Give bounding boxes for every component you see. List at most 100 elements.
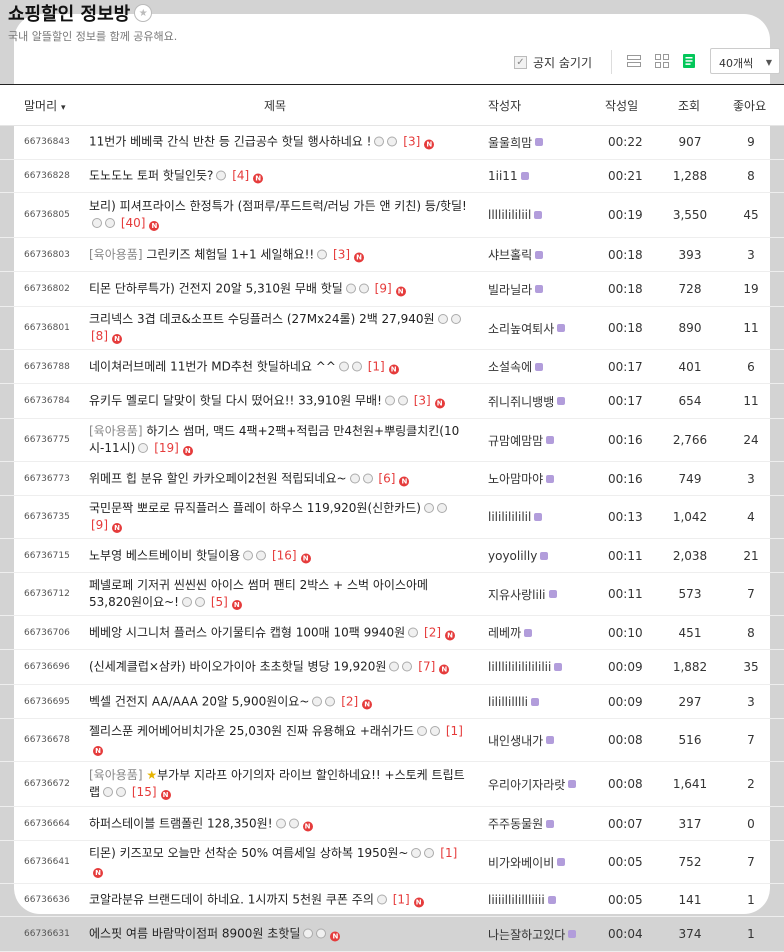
comment-count[interactable]: [5] bbox=[211, 595, 228, 609]
post-author[interactable]: 1ii11 bbox=[488, 160, 598, 192]
post-author[interactable]: lilillilllli bbox=[488, 685, 598, 718]
table-row[interactable]: 66736706 베베앙 시그니처 플러스 아기물티슈 캡형 100매 10팩 9… bbox=[0, 616, 784, 650]
table-row[interactable]: 66736735 국민문짝 뽀로로 뮤직플러스 플레이 하우스 119,920원(… bbox=[0, 496, 784, 539]
comment-count[interactable]: [16] bbox=[272, 548, 297, 562]
comment-count[interactable]: [15] bbox=[132, 785, 157, 799]
post-author[interactable]: 빌라닐라 bbox=[488, 272, 598, 306]
post-title-link[interactable]: 벡셀 건전지 AA/AAA 20알 5,900원이요~ bbox=[89, 694, 309, 708]
table-row[interactable]: 66736715 노부영 베스트베이비 핫딜이용 [16] Nyoyolilly 00… bbox=[0, 539, 784, 573]
comment-count[interactable]: [1] bbox=[446, 724, 463, 738]
post-title-cell[interactable]: 크리넥스 3겹 데코&소프트 수딩플러스 (27Mx24롤) 2백 27,940… bbox=[89, 307, 469, 349]
post-title-link[interactable]: 위메프 힙 분유 할인 카카오페이2천원 적립되네요~ bbox=[89, 471, 347, 485]
post-title-cell[interactable]: 하퍼스테이블 트램폴린 128,350원! N bbox=[89, 807, 469, 840]
table-row[interactable]: 66736773 위메프 힙 분유 할인 카카오페이2천원 적립되네요~ [6] N… bbox=[0, 462, 784, 496]
post-title-link[interactable]: 노부영 베스트베이비 핫딜이용 bbox=[89, 548, 240, 562]
post-title-cell[interactable]: (신세계클럽×삼카) 바이오가이아 초초핫딜 병당 19,920원 [7] N bbox=[89, 650, 469, 684]
comment-count[interactable]: [4] bbox=[232, 169, 249, 183]
post-author[interactable]: 규맘예맘맘 bbox=[488, 419, 598, 461]
page-size-select[interactable]: 40개씩 ▼ bbox=[710, 48, 780, 74]
post-author[interactable]: 울울희맘 bbox=[488, 125, 598, 159]
post-title-cell[interactable]: 코알라분유 브랜드데이 하네요. 1시까지 5천원 쿠폰 주의 [1] N bbox=[89, 884, 469, 916]
comment-count[interactable]: [6] bbox=[378, 471, 395, 485]
table-row[interactable]: 66736843 11번가 베베쿡 간식 반찬 등 긴급공수 핫딜 행사하네요 !… bbox=[0, 125, 784, 160]
table-row[interactable]: 66736803 [육아용품] 그린키즈 체험딜 1+1 세일해요!! [3] N 샤… bbox=[0, 238, 784, 272]
comment-count[interactable]: [40] bbox=[121, 216, 146, 230]
post-title-link[interactable]: 보리) 피셔프라이스 한정특가 (점퍼루/푸드트럭/러닝 가든 앤 키친) 등/… bbox=[89, 199, 467, 213]
post-title-cell[interactable]: 티몬 단하루특가) 건전지 20알 5,310원 무배 핫딜 [9] N bbox=[89, 272, 469, 306]
comment-count[interactable]: [3] bbox=[403, 135, 420, 149]
table-row[interactable]: 66736788 네이쳐러브메레 11번가 MD추천 핫딜하네요 ^^ [1] N 소… bbox=[0, 350, 784, 384]
post-title-link[interactable]: 하퍼스테이블 트램폴린 128,350원! bbox=[89, 816, 273, 830]
post-title-cell[interactable]: 유키두 멜로디 달맞이 핫딜 다시 떴어요!! 33,910원 무배! [3] N bbox=[89, 384, 469, 418]
post-author[interactable]: lilililililil bbox=[488, 496, 598, 538]
post-title-cell[interactable]: [육아용품] 그린키즈 체험딜 1+1 세일해요!! [3] N bbox=[89, 238, 469, 271]
post-title-cell[interactable]: 위메프 힙 분유 할인 카카오페이2천원 적립되네요~ [6] N bbox=[89, 462, 469, 495]
comment-count[interactable]: [1] bbox=[440, 846, 457, 860]
table-row[interactable]: 66736828 도노도노 토퍼 핫딜인듯? [4] N 1ii11 00:21 1,28… bbox=[0, 160, 784, 193]
favorite-star-icon[interactable]: ★ bbox=[134, 4, 153, 22]
post-title-link[interactable]: 그린키즈 체험딜 1+1 세일해요!! bbox=[146, 247, 314, 261]
table-row[interactable]: 66736696 (신세계클럽×삼카) 바이오가이아 초초핫딜 병당 19,920… bbox=[0, 650, 784, 685]
comment-count[interactable]: [2] bbox=[341, 694, 358, 708]
post-author[interactable]: 소설속에 bbox=[488, 350, 598, 383]
post-author[interactable]: lilllililililililii bbox=[488, 650, 598, 684]
post-title-cell[interactable]: 젤리스푼 케어베어비치가운 25,030원 진짜 유용해요 +래쉬가드 [1] N bbox=[89, 719, 469, 761]
post-title-cell[interactable]: 베베앙 시그니처 플러스 아기물티슈 캡형 100매 10팩 9940원 [2]… bbox=[89, 616, 469, 649]
post-author[interactable]: 노아맘마야 bbox=[488, 462, 598, 495]
post-title-link[interactable]: 도노도노 토퍼 핫딜인듯? bbox=[89, 169, 213, 183]
post-title-cell[interactable]: 네이쳐러브메레 11번가 MD추천 핫딜하네요 ^^ [1] N bbox=[89, 350, 469, 383]
post-author[interactable]: yoyolilly bbox=[488, 539, 598, 572]
post-title-link[interactable]: 국민문짝 뽀로로 뮤직플러스 플레이 하우스 119,920원(신한카드) bbox=[89, 501, 421, 515]
post-title-link[interactable]: 젤리스푼 케어베어비치가운 25,030원 진짜 유용해요 +래쉬가드 bbox=[89, 724, 414, 738]
table-row[interactable]: 66736775 [육아용품] 하기스 썸머, 맥드 4팩+2팩+적립금 만4천원… bbox=[0, 419, 784, 462]
comment-count[interactable]: [3] bbox=[414, 394, 431, 408]
post-author[interactable]: 우리아기자라랏 bbox=[488, 762, 598, 806]
table-row[interactable]: 66736678 젤리스푼 케어베어비치가운 25,030원 진짜 유용해요 +래… bbox=[0, 719, 784, 762]
post-author[interactable]: 소리높여퇴사 bbox=[488, 307, 598, 349]
table-row[interactable]: 66736784 유키두 멜로디 달맞이 핫딜 다시 떴어요!! 33,910원 … bbox=[0, 384, 784, 419]
hide-notice-toggle[interactable]: ✓ 공지 숨기기 bbox=[514, 54, 592, 71]
table-row[interactable]: 66736672 [육아용품] ★부가부 지라프 아기의자 라이브 할인하네요!!… bbox=[0, 762, 784, 807]
table-row[interactable]: 66736801 크리넥스 3겹 데코&소프트 수딩플러스 (27Mx24롤) 2… bbox=[0, 307, 784, 350]
comment-count[interactable]: [9] bbox=[91, 518, 108, 532]
post-author[interactable]: liiiillilillliiii bbox=[488, 884, 598, 916]
table-row[interactable]: 66736636 코알라분유 브랜드데이 하네요. 1시까지 5천원 쿠폰 주의 … bbox=[0, 884, 784, 917]
comment-count[interactable]: [1] bbox=[393, 893, 410, 907]
post-title-cell[interactable]: 티몬) 키즈꼬모 오늘만 선착순 50% 여름세일 상하복 1950원~ [1]… bbox=[89, 841, 469, 883]
post-title-cell[interactable]: [육아용품] ★부가부 지라프 아기의자 라이브 할인하네요!! +스토케 트립… bbox=[89, 762, 469, 806]
post-title-cell[interactable]: 페넬로페 기저귀 씬씬씬 아이스 썸머 팬티 2박스 + 스벅 아이스아메 53… bbox=[89, 573, 469, 615]
post-title-cell[interactable]: 벡셀 건전지 AA/AAA 20알 5,900원이요~ [2] N bbox=[89, 685, 469, 718]
list-view-icon[interactable] bbox=[626, 53, 642, 69]
post-title-link[interactable]: 에스핏 여름 바람막이점퍼 8900원 초핫딜 bbox=[89, 927, 300, 941]
post-title-link[interactable]: (신세계클럽×삼카) 바이오가이아 초초핫딜 병당 19,920원 bbox=[89, 660, 386, 674]
text-view-icon[interactable] bbox=[681, 53, 697, 69]
column-prefix-header[interactable]: 말머리 ▾ bbox=[24, 97, 65, 114]
table-row[interactable]: 66736695 벡셀 건전지 AA/AAA 20알 5,900원이요~ [2] N… bbox=[0, 685, 784, 719]
post-author[interactable]: 나는잘하고있다 bbox=[488, 917, 598, 951]
post-title-link[interactable]: 유키두 멜로디 달맞이 핫딜 다시 떴어요!! 33,910원 무배! bbox=[89, 394, 382, 408]
comment-count[interactable]: [1] bbox=[368, 359, 385, 373]
post-author[interactable]: 주주동물원 bbox=[488, 807, 598, 840]
comment-count[interactable]: [7] bbox=[418, 660, 435, 674]
post-title-cell[interactable]: 11번가 베베쿡 간식 반찬 등 긴급공수 핫딜 행사하네요 ! [3] N bbox=[89, 125, 469, 159]
post-author[interactable]: 샤브홀릭 bbox=[488, 238, 598, 271]
table-row[interactable]: 66736641 티몬) 키즈꼬모 오늘만 선착순 50% 여름세일 상하복 19… bbox=[0, 841, 784, 884]
comment-count[interactable]: [2] bbox=[424, 625, 441, 639]
post-author[interactable]: 내인생내가 bbox=[488, 719, 598, 761]
hide-notice-checkbox[interactable]: ✓ bbox=[514, 56, 527, 69]
comment-count[interactable]: [19] bbox=[154, 441, 179, 455]
table-row[interactable]: 66736664 하퍼스테이블 트램폴린 128,350원! N 주주동물원 00:07… bbox=[0, 807, 784, 841]
post-author[interactable]: 지유사랑lili bbox=[488, 573, 598, 615]
table-row[interactable]: 66736805 보리) 피셔프라이스 한정특가 (점퍼루/푸드트럭/러닝 가든 … bbox=[0, 193, 784, 238]
comment-count[interactable]: [8] bbox=[91, 329, 108, 343]
post-title-cell[interactable]: 도노도노 토퍼 핫딜인듯? [4] N bbox=[89, 160, 469, 192]
post-title-link[interactable]: 크리넥스 3겹 데코&소프트 수딩플러스 (27Mx24롤) 2백 27,940… bbox=[89, 312, 435, 326]
post-author[interactable]: 쥐니쥐니뱅뱅 bbox=[488, 384, 598, 418]
post-title-cell[interactable]: 노부영 베스트베이비 핫딜이용 [16] N bbox=[89, 539, 469, 572]
post-title-cell[interactable]: 에스핏 여름 바람막이점퍼 8900원 초핫딜 N bbox=[89, 917, 469, 951]
table-row[interactable]: 66736631 에스핏 여름 바람막이점퍼 8900원 초핫딜 N 나는잘하고있다 0… bbox=[0, 917, 784, 952]
post-title-cell[interactable]: 국민문짝 뽀로로 뮤직플러스 플레이 하우스 119,920원(신한카드) [9… bbox=[89, 496, 469, 538]
comment-count[interactable]: [3] bbox=[333, 247, 350, 261]
post-title-link[interactable]: 베베앙 시그니처 플러스 아기물티슈 캡형 100매 10팩 9940원 bbox=[89, 625, 405, 639]
post-author[interactable]: 비가와베이비 bbox=[488, 841, 598, 883]
